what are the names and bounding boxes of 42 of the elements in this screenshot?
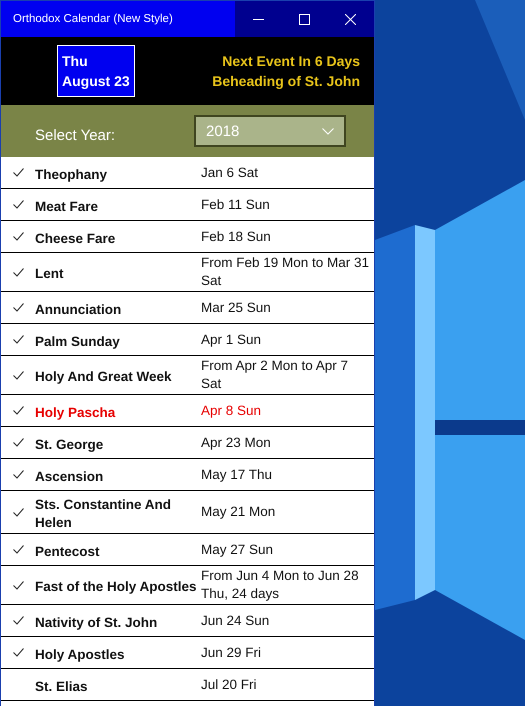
event-name: Sts. Constantine And Helen [35,496,172,532]
next-event-name: Beheading of St. John [212,72,360,91]
event-date: Feb 18 Sun [201,228,272,246]
event-date: Apr 1 Sun [201,330,262,348]
event-name: Ascension [35,468,104,486]
event-name: Meat Fare [35,198,100,216]
event-name: St. Elias [35,678,89,696]
event-date: From Feb 19 Mon to Mar 31 Sat [201,254,370,290]
event-name: Lent [35,265,64,283]
close-icon [344,14,356,24]
event-name: Holy And Great Week [35,368,173,386]
year-dropdown[interactable]: 2018 [194,115,346,147]
chevron-down-icon [322,128,334,134]
event-name: Pentecost [35,542,101,560]
event-date: Apr 23 Mon [201,434,272,452]
event-date: From Jun 4 Mon to Jun 28 Thu, 24 days [201,567,360,603]
event-date: From Apr 2 Mon to Apr 7 Sat [201,357,350,393]
event-date: Jul 20 Fri [201,676,258,694]
next-event-countdown: Next Event In 6 Days [222,52,360,71]
event-name: Cheese Fare [35,230,116,248]
window-title: Orthodox Calendar (New Style) [1,1,235,37]
event-date: May 17 Thu [201,466,274,484]
event-date: Jun 29 Fri [201,644,262,662]
event-name: Fast of the Holy Apostles [35,578,198,596]
today-date: Thu August 23 [57,45,135,97]
event-name: St. George [35,436,104,454]
event-name: Theophany [35,166,108,184]
event-date: Jun 24 Sun [201,612,270,630]
event-name: Nativity of St. John [35,614,158,632]
year-label: Select Year: [35,126,116,144]
maximize-icon [298,14,310,24]
event-name: Annunciation [35,300,122,318]
event-date: Feb 11 Sun [201,196,271,214]
event-name: Palm Sunday [35,332,121,350]
minimize-icon [252,18,264,20]
event-date: Jan 6 Sat [201,164,260,182]
event-date: May 21 Mon [201,503,276,521]
event-name: Holy Pascha [35,404,116,422]
event-name: Holy Apostles [35,646,126,664]
event-date: Apr 8 Sun [201,402,262,420]
event-date: May 27 Sun [201,540,274,558]
event-date: Mar 25 Sun [201,298,272,316]
